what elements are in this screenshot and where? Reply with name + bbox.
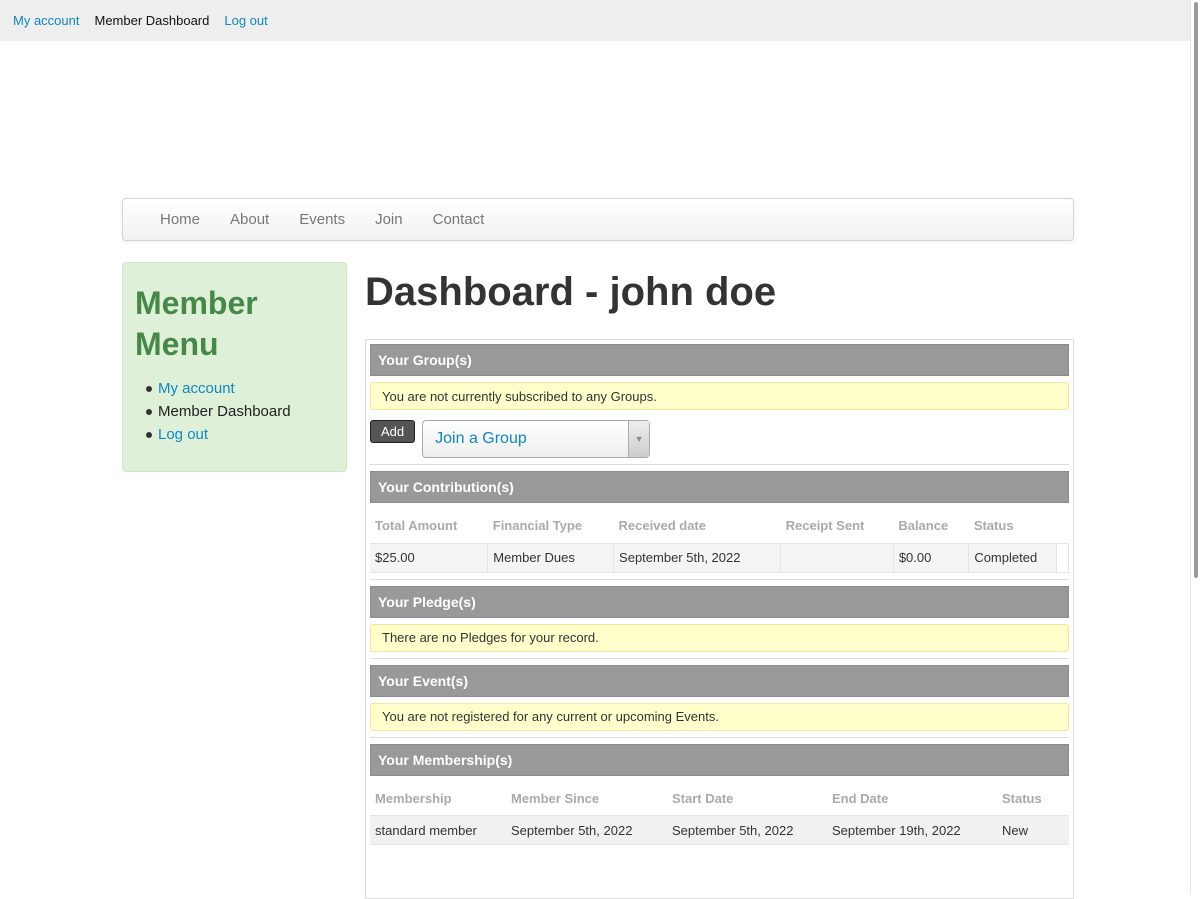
- main-navigation: Home About Events Join Contact: [122, 198, 1074, 241]
- nav-contact[interactable]: Contact: [418, 211, 500, 228]
- column-header[interactable]: Total Amount: [370, 509, 488, 543]
- column-header[interactable]: Received date: [614, 509, 781, 543]
- column-header[interactable]: Start Date: [667, 782, 827, 816]
- table-cell: September 19th, 2022: [827, 815, 997, 845]
- sidebar-item-logout[interactable]: Log out: [146, 423, 334, 446]
- join-group-select[interactable]: Join a Group ▼: [422, 420, 651, 458]
- add-group-button[interactable]: Add: [370, 420, 416, 443]
- sidebar-item-label: Member Dashboard: [158, 403, 291, 420]
- column-header[interactable]: Receipt Sent: [781, 509, 894, 543]
- pledges-section: Your Pledge(s) There are no Pledges for …: [370, 585, 1069, 659]
- table-header-row: Membership Member Since Start Date End D…: [370, 782, 1069, 816]
- toolbar-my-account-link[interactable]: My account: [13, 13, 79, 28]
- table-cell-spacer: [1056, 542, 1070, 573]
- table-cell: standard member: [370, 815, 506, 845]
- events-section: Your Event(s) You are not registered for…: [370, 664, 1069, 738]
- sidebar-item-member-dashboard[interactable]: Member Dashboard: [146, 400, 334, 423]
- events-header: Your Event(s): [370, 664, 1069, 697]
- column-header[interactable]: Financial Type: [488, 509, 614, 543]
- scrollbar-thumb[interactable]: [1194, 2, 1198, 578]
- table-cell: September 5th, 2022: [667, 815, 827, 845]
- table-cell: September 5th, 2022: [613, 542, 782, 573]
- events-notice: You are not registered for any current o…: [370, 702, 1069, 731]
- chevron-down-icon[interactable]: ▼: [628, 421, 650, 457]
- table-cell: Completed: [968, 542, 1057, 573]
- groups-notice: You are not currently subscribed to any …: [370, 382, 1069, 410]
- table-cell: $0.00: [893, 542, 970, 573]
- dashboard-panel: Your Group(s) You are not currently subs…: [365, 339, 1074, 899]
- sidebar-item-label[interactable]: My account: [158, 380, 235, 397]
- toolbar-logout-link[interactable]: Log out: [224, 13, 267, 28]
- memberships-section: Your Membership(s) Membership Member Sin…: [370, 743, 1069, 852]
- nav-events[interactable]: Events: [284, 211, 360, 228]
- column-header[interactable]: Status: [997, 782, 1069, 816]
- column-header[interactable]: Status: [969, 509, 1057, 543]
- nav-about[interactable]: About: [215, 211, 284, 228]
- column-header-spacer: [1056, 509, 1068, 543]
- pledges-header: Your Pledge(s): [370, 585, 1069, 618]
- sidebar-item-label[interactable]: Log out: [158, 426, 208, 443]
- sidebar-menu: My account Member Dashboard Log out: [135, 377, 334, 446]
- contributions-table: Total Amount Financial Type Received dat…: [370, 509, 1070, 573]
- contributions-header: Your Contribution(s): [370, 471, 1069, 503]
- table-row: $25.00 Member Dues September 5th, 2022 $…: [370, 542, 1070, 573]
- column-header[interactable]: Membership: [370, 782, 506, 816]
- page-title: Dashboard - john doe: [365, 270, 777, 314]
- table-cell: Member Dues: [487, 542, 615, 573]
- memberships-header: Your Membership(s): [370, 743, 1069, 776]
- table-header-row: Total Amount Financial Type Received dat…: [370, 509, 1069, 543]
- sidebar-title: Member Menu: [135, 285, 258, 362]
- table-row: standard member September 5th, 2022 Sept…: [370, 815, 1069, 845]
- table-cell: New: [997, 815, 1069, 845]
- groups-section: Your Group(s) You are not currently subs…: [370, 344, 1069, 465]
- memberships-table: Membership Member Since Start Date End D…: [370, 782, 1069, 845]
- column-header[interactable]: Balance: [893, 509, 968, 543]
- table-cell: September 5th, 2022: [506, 815, 667, 845]
- table-cell: $25.00: [370, 542, 489, 573]
- admin-toolbar: My account Member Dashboard Log out: [0, 0, 1200, 41]
- sidebar-item-my-account[interactable]: My account: [146, 377, 334, 400]
- toolbar-member-dashboard-link[interactable]: Member Dashboard: [94, 13, 209, 28]
- join-group-select-value: Join a Group: [435, 430, 527, 447]
- contributions-section: Your Contribution(s) Total Amount Financ…: [370, 471, 1070, 580]
- column-header[interactable]: Member Since: [506, 782, 667, 816]
- groups-header: Your Group(s): [370, 344, 1069, 376]
- member-menu-sidebar: Member Menu My account Member Dashboard …: [122, 262, 347, 472]
- table-cell: [780, 542, 894, 573]
- nav-join[interactable]: Join: [360, 211, 418, 228]
- group-actions: Add Join a Group ▼: [370, 420, 1069, 458]
- nav-home[interactable]: Home: [145, 211, 215, 228]
- column-header[interactable]: End Date: [827, 782, 997, 816]
- pledges-notice: There are no Pledges for your record.: [370, 623, 1069, 652]
- page-scrollbar[interactable]: [1190, 0, 1200, 894]
